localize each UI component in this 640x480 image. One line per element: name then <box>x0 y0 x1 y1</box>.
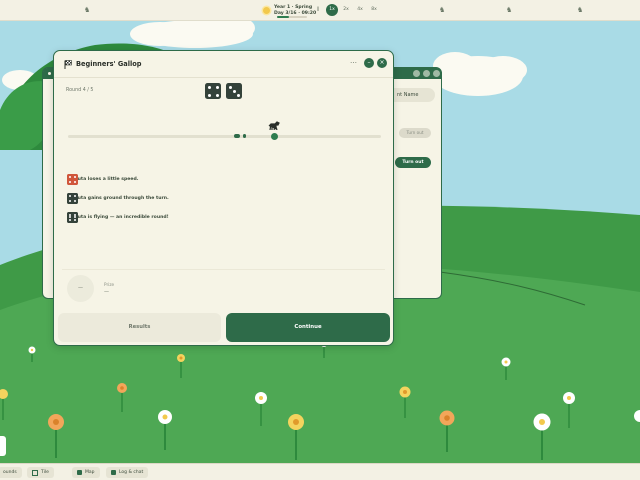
die-face <box>226 83 242 99</box>
speed-8x-button[interactable]: 8x <box>368 4 380 16</box>
speed-2x-button[interactable]: 2x <box>340 4 352 16</box>
rival-marker <box>243 134 246 138</box>
continue-button[interactable]: Continue <box>226 313 390 342</box>
horse-icon[interactable]: ♞ <box>506 6 512 14</box>
top-bar: ♞ Year 1 · Spring Day 3/16 · 09:20 ‖ 1x … <box>0 0 640 21</box>
log-chat-button[interactable]: Log & chat <box>106 467 149 478</box>
die-pip <box>207 93 211 97</box>
tile-label: Tile <box>41 470 49 475</box>
die-pip <box>232 89 236 93</box>
chat-icon <box>111 470 116 475</box>
die-pip <box>68 219 71 222</box>
die-pip <box>74 194 77 197</box>
tile-button[interactable]: Tile <box>27 467 54 478</box>
maximize-icon[interactable] <box>423 70 430 77</box>
horse-icon[interactable]: ♞ <box>439 6 445 14</box>
race-track <box>68 135 381 138</box>
die-pip <box>228 85 232 89</box>
tile-icon <box>32 469 38 476</box>
player-horse-marker <box>271 133 278 140</box>
prize-badge: — <box>67 275 94 302</box>
race-event-text: Rauta loses a little speed. <box>71 177 139 182</box>
log-chat-label: Log & chat <box>119 470 144 475</box>
divider <box>62 269 385 270</box>
die-pip <box>74 219 77 222</box>
prize-amount: — <box>104 289 109 295</box>
die-pip <box>68 175 71 178</box>
race-event-row: Rauta loses a little speed. <box>67 174 139 185</box>
die-pip <box>74 200 77 203</box>
prize-label: Prize <box>104 282 115 287</box>
map-label: Map <box>85 470 95 475</box>
clock-text: Year 1 · Spring Day 3/16 · 09:20 <box>274 5 316 16</box>
race-event-row: Rauta gains ground through the turn. <box>67 193 169 204</box>
speed-controls: ‖ 1x 2x 4x 8x <box>312 4 380 16</box>
horse-icon[interactable]: ♞ <box>577 6 583 14</box>
die-pip <box>215 93 219 97</box>
turn-out-button[interactable]: Turn out <box>395 157 431 168</box>
results-button[interactable]: Results <box>58 313 221 342</box>
race-dialog: Beginners' Gallop … – × Round 4 / 5 Raut… <box>53 50 394 346</box>
die-face <box>67 174 78 185</box>
sounds-label: ounds <box>3 470 17 475</box>
race-event-text: Rauta is flying — an incredible round! <box>71 215 169 220</box>
sounds-button[interactable]: ounds <box>0 467 22 478</box>
race-event-row: Rauta is flying — an incredible round! <box>67 212 169 223</box>
more-options-icon[interactable]: … <box>350 57 357 65</box>
die-face <box>67 212 78 223</box>
close-icon[interactable] <box>433 70 440 77</box>
speed-1x-button[interactable]: 1x <box>326 4 338 16</box>
window-icon <box>46 70 53 77</box>
die-pip <box>68 200 71 203</box>
date-line-1: Year 1 · Spring <box>274 5 313 11</box>
minimize-button[interactable]: – <box>364 58 374 68</box>
die-pip <box>207 85 211 89</box>
die-pip <box>68 181 71 184</box>
rival-marker <box>234 134 240 138</box>
dialog-title: Beginners' Gallop <box>76 60 142 68</box>
die-pip <box>74 181 77 184</box>
turn-out-button-disabled: Turn out <box>399 128 431 138</box>
bottom-bar: ounds Tile Map Log & chat <box>0 463 640 480</box>
horse-icon <box>268 121 280 130</box>
die-pip <box>74 175 77 178</box>
die-pip <box>215 85 219 89</box>
horse-icon[interactable]: ♞ <box>84 6 90 14</box>
round-indicator: Round 4 / 5 <box>66 88 94 93</box>
flag-icon <box>64 60 72 69</box>
close-button[interactable]: × <box>377 58 387 68</box>
die-pip <box>236 93 240 97</box>
pause-button[interactable]: ‖ <box>312 4 324 16</box>
die-pip <box>68 194 71 197</box>
game-clock: Year 1 · Spring Day 3/16 · 09:20 <box>263 2 316 19</box>
speed-4x-button[interactable]: 4x <box>354 4 366 16</box>
side-handle[interactable] <box>0 436 6 456</box>
die-face <box>67 193 78 204</box>
map-icon <box>77 470 82 475</box>
day-progress <box>277 16 307 18</box>
minimize-icon[interactable] <box>413 70 420 77</box>
die-face <box>205 83 221 99</box>
map-button[interactable]: Map <box>72 467 100 478</box>
sun-icon <box>263 7 270 14</box>
race-event-text: Rauta gains ground through the turn. <box>71 196 169 201</box>
